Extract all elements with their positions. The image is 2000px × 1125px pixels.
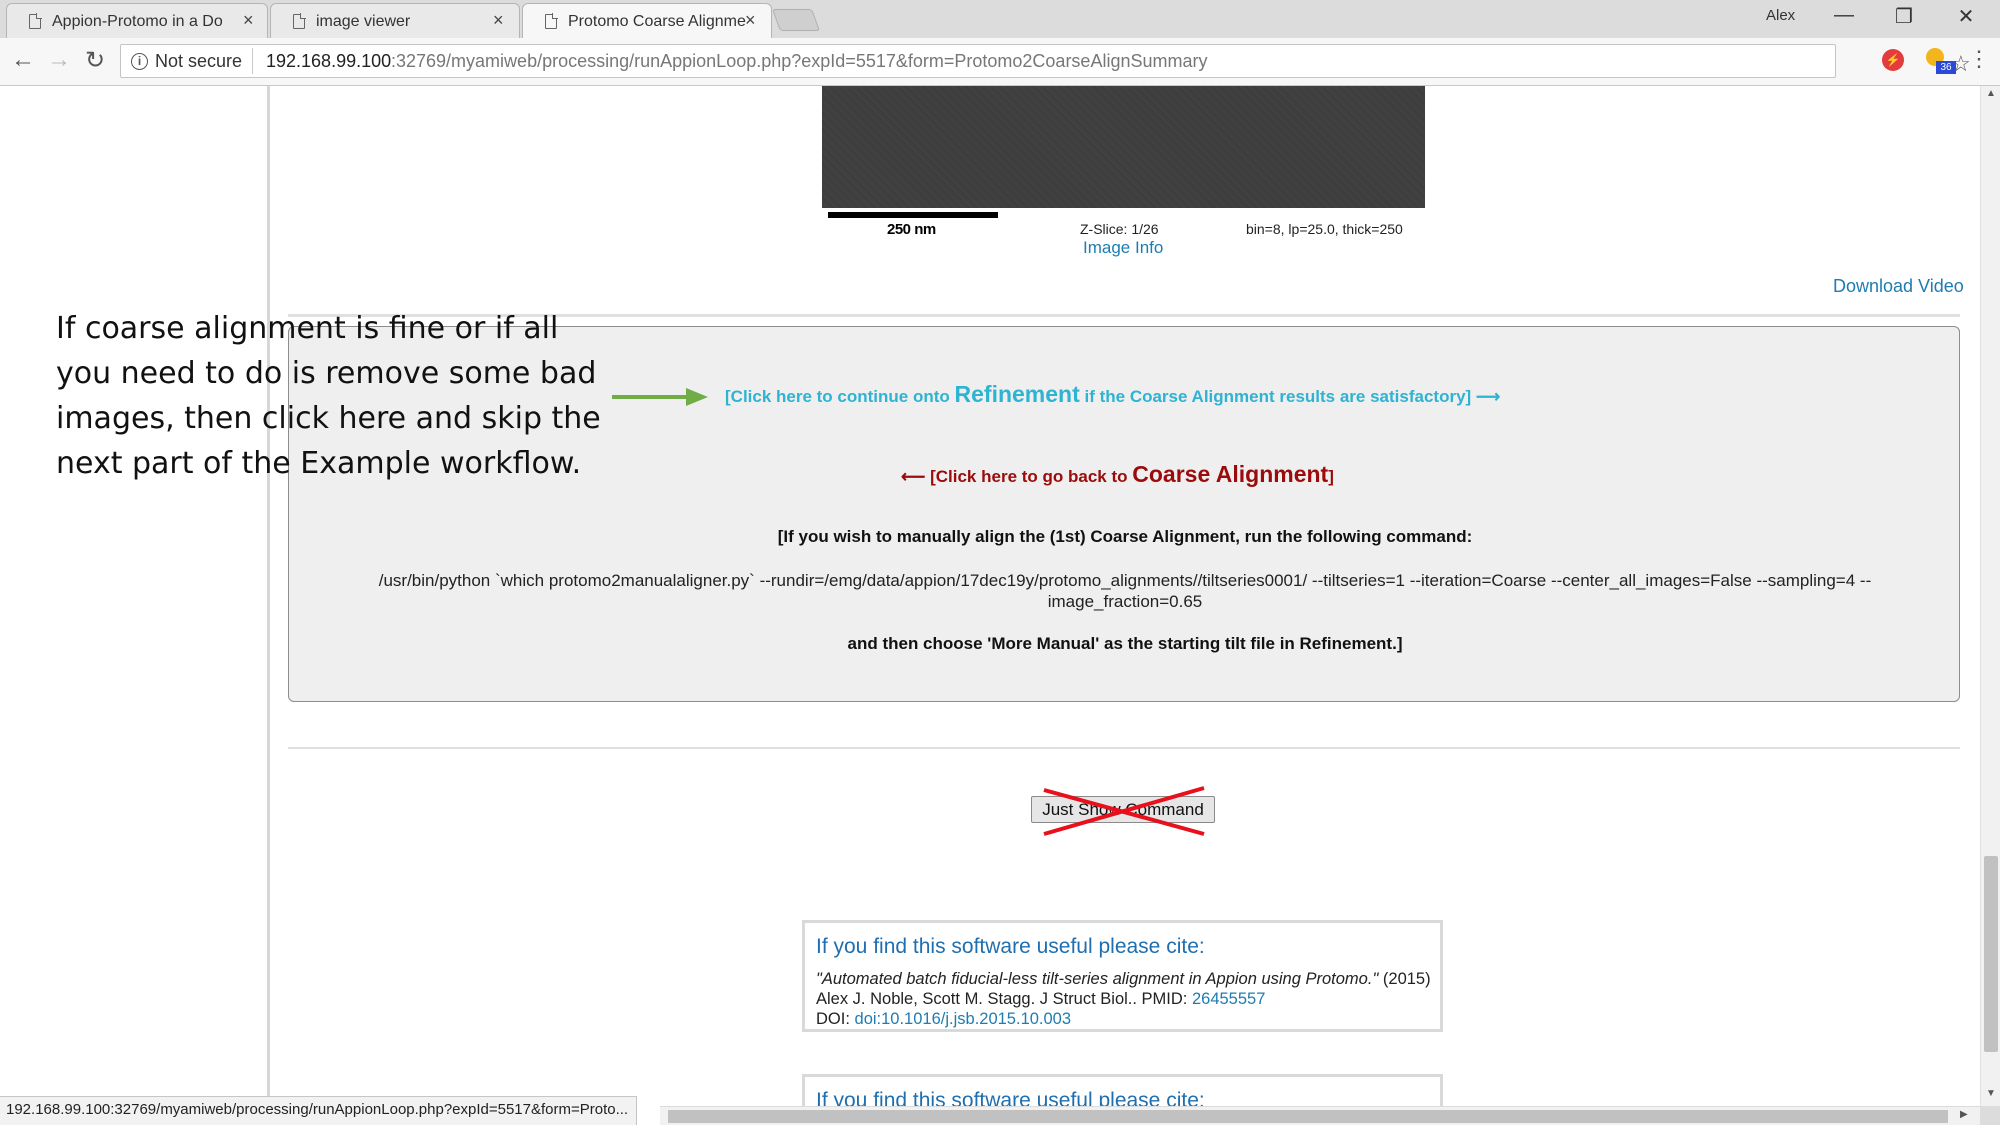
scroll-up-icon[interactable]: ▲: [1986, 88, 1996, 99]
horizontal-scroll-thumb[interactable]: [668, 1110, 1948, 1123]
arrow-head: [686, 388, 708, 406]
micrograph-texture: [822, 86, 1425, 208]
url-path: :32769/myamiweb/processing/runAppionLoop…: [391, 51, 1208, 71]
scroll-right-icon[interactable]: ▶: [1960, 1109, 1968, 1120]
continue-to-refinement-link[interactable]: [Click here to continue onto Refinement …: [725, 381, 1500, 408]
extension-icon[interactable]: ⚡: [1882, 49, 1904, 71]
just-show-command-button[interactable]: Just Show Command: [1031, 796, 1215, 823]
tilt-series-video-frame: [822, 86, 1425, 208]
minimize-icon[interactable]: —: [1824, 4, 1864, 27]
tab-appion-protomo[interactable]: Appion-Protomo in a Do ×: [6, 3, 268, 38]
left-sidebar-border: [267, 86, 270, 1106]
tab-close-icon[interactable]: ×: [243, 10, 254, 31]
back-to-coarse-alignment-link[interactable]: ⟵ [Click here to go back to Coarse Align…: [901, 461, 1334, 488]
tab-close-icon[interactable]: ×: [745, 10, 756, 31]
citation-box: If you find this software useful please …: [802, 920, 1443, 1032]
new-tab-button[interactable]: [771, 9, 821, 31]
annotation-line: you need to do is remove some bad: [56, 356, 597, 391]
forward-icon[interactable]: →: [44, 46, 74, 74]
extension-badge: 36: [1936, 61, 1956, 74]
citation-body: "Automated batch fiducial-less tilt-seri…: [816, 969, 1436, 1029]
link-strong-text: Coarse Alignment: [1132, 461, 1329, 487]
download-video-link[interactable]: Download Video: [1833, 276, 1964, 297]
profile-name[interactable]: Alex: [1766, 7, 1795, 24]
green-arrow-icon: [612, 388, 708, 406]
video-caption: 250 nm Z-Slice: 1/26 bin=8, lp=25.0, thi…: [822, 208, 1425, 238]
document-icon: [545, 13, 558, 29]
tab-title: image viewer: [316, 13, 411, 30]
image-info-link[interactable]: Image Info: [1083, 238, 1163, 258]
scale-bar-label: 250 nm: [887, 221, 936, 238]
browser-menu-icon[interactable]: ⋮: [1968, 46, 1990, 72]
tab-close-icon[interactable]: ×: [493, 10, 504, 31]
tab-title: Protomo Coarse Alignme: [568, 13, 746, 30]
image-parameters: bin=8, lp=25.0, thick=250: [1246, 221, 1403, 237]
browser-toolbar: ← → ↻ i Not secure 192.168.99.100 :32769…: [0, 38, 2000, 86]
scrollbar-corner: [1980, 1106, 2000, 1125]
divider: [288, 747, 1960, 749]
vertical-scrollbar[interactable]: ▲ ▼: [1980, 86, 2000, 1106]
citation-heading: If you find this software useful please …: [816, 935, 1205, 958]
link-strong-text: Refinement: [954, 381, 1080, 407]
scroll-thumb[interactable]: [1984, 856, 1998, 1052]
scroll-down-icon[interactable]: ▼: [1986, 1088, 1996, 1099]
security-label[interactable]: Not secure: [155, 51, 242, 72]
link-text: ]: [1328, 467, 1334, 486]
document-icon: [293, 13, 306, 29]
divider: [252, 48, 253, 74]
document-icon: [29, 13, 42, 29]
annotation-line: next part of the Example workflow.: [56, 446, 582, 481]
url-host: 192.168.99.100: [266, 51, 392, 71]
doi-label: DOI:: [816, 1010, 855, 1028]
tab-image-viewer[interactable]: image viewer ×: [270, 3, 520, 38]
tab-protomo-coarse-alignment[interactable]: Protomo Coarse Alignme ×: [522, 3, 772, 38]
scale-bar: [828, 212, 998, 218]
citation-title: "Automated batch fiducial-less tilt-seri…: [816, 970, 1379, 988]
tab-strip: Appion-Protomo in a Do × image viewer × …: [0, 0, 2000, 38]
z-slice-label: Z-Slice: 1/26: [1080, 221, 1159, 237]
citation-box: If you find this software useful please …: [802, 1074, 1443, 1106]
tutorial-annotation: If coarse alignment is fine or if all yo…: [56, 306, 636, 486]
info-icon[interactable]: i: [131, 53, 148, 70]
doi-link[interactable]: doi:10.1016/j.jsb.2015.10.003: [855, 1010, 1072, 1028]
link-text: ⟵ [Click here to go back to: [901, 467, 1133, 486]
browser-window: Appion-Protomo in a Do × image viewer × …: [0, 0, 2000, 1125]
manual-align-command: /usr/bin/python `which protomo2manualali…: [378, 571, 1872, 611]
annotation-line: If coarse alignment is fine or if all: [56, 311, 559, 346]
manual-align-footer: and then choose 'More Manual' as the sta…: [847, 634, 1403, 653]
link-text: [Click here to continue onto: [725, 387, 955, 406]
link-text: if the Coarse Alignment results are sati…: [1079, 387, 1501, 406]
annotation-line: images, then click here and skip the: [56, 401, 601, 436]
restore-icon[interactable]: ❐: [1884, 4, 1924, 29]
close-window-icon[interactable]: ✕: [1946, 4, 1986, 29]
manual-align-heading: [If you wish to manually align the (1st)…: [777, 527, 1473, 546]
address-bar[interactable]: i Not secure 192.168.99.100 :32769/myami…: [120, 44, 1971, 78]
pmid-link[interactable]: 26455557: [1192, 990, 1265, 1008]
horizontal-scrollbar[interactable]: ▶: [660, 1106, 1980, 1125]
page-content: 250 nm Z-Slice: 1/26 bin=8, lp=25.0, thi…: [0, 86, 1980, 1106]
tab-title: Appion-Protomo in a Do: [52, 13, 223, 30]
weather-extension-icon[interactable]: 36: [1924, 46, 1956, 74]
status-url-bubble: 192.168.99.100:32769/myamiweb/processing…: [0, 1096, 638, 1125]
reload-icon[interactable]: ↻: [80, 46, 110, 75]
back-icon[interactable]: ←: [8, 46, 38, 74]
citation-heading: If you find this software useful please …: [816, 1089, 1205, 1106]
